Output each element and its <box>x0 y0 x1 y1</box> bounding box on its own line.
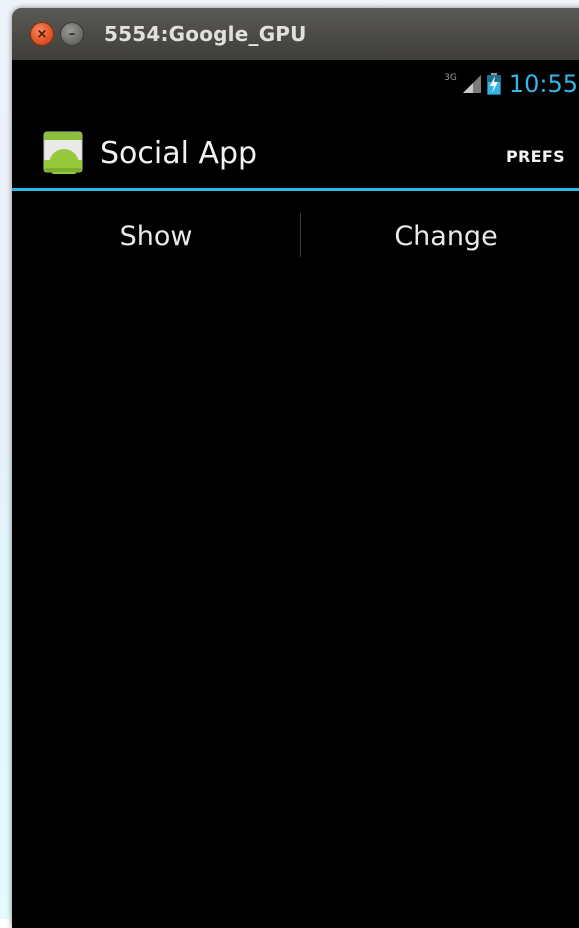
minimize-icon: – <box>68 26 76 42</box>
tab-show[interactable]: Show <box>12 191 300 281</box>
emulator-window: × – 5554:Google_GPU 3G 10:55 Social App … <box>12 8 579 928</box>
signal-icon <box>462 75 481 93</box>
main-content-area <box>12 281 579 928</box>
window-titlebar[interactable]: × – 5554:Google_GPU <box>12 8 579 60</box>
status-icons: 3G 10:55 <box>444 70 578 98</box>
battery-charging-icon <box>486 73 501 95</box>
tab-bar: Show Change <box>12 191 579 281</box>
action-bar: Social App PREFS <box>12 114 579 191</box>
prefs-action-button[interactable]: PREFS <box>506 147 565 166</box>
minimize-window-button[interactable]: – <box>60 22 84 46</box>
tab-change[interactable]: Change <box>301 191 579 281</box>
status-clock: 10:55 <box>508 70 578 98</box>
close-icon: × <box>36 26 48 42</box>
network-type-label: 3G <box>444 73 457 83</box>
window-title: 5554:Google_GPU <box>104 22 307 46</box>
android-app-icon[interactable] <box>42 130 84 174</box>
app-title: Social App <box>100 136 258 171</box>
close-window-button[interactable]: × <box>30 22 54 46</box>
android-status-bar: 3G 10:55 <box>12 60 579 115</box>
